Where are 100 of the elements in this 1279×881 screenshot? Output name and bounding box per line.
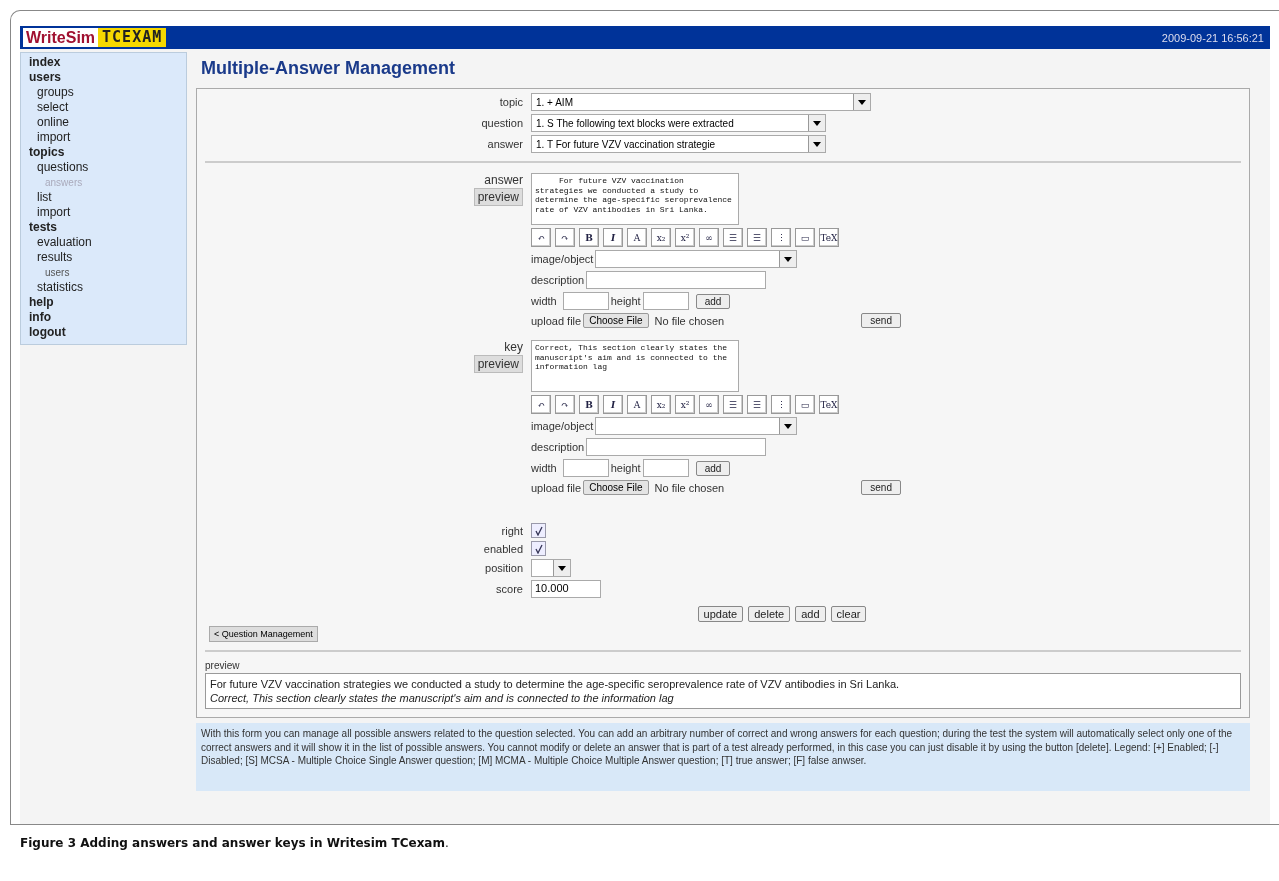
sidebar-item[interactable]: users [29,265,70,280]
sidebar-item[interactable]: select [29,100,69,115]
sidebar-item[interactable]: index [29,55,61,70]
file-status: No file chosen [654,481,725,494]
sidebar-item[interactable]: list [29,190,52,205]
sidebar-item[interactable]: online [29,115,70,130]
preview-label: preview [205,660,241,671]
toolbar-button[interactable]: x² [675,228,695,247]
logo-badge: TCEXAM [98,28,167,47]
timestamp: 2009-09-21 16:56:21 [1161,31,1264,44]
sidebar-item[interactable]: import [29,130,71,145]
toolbar-button[interactable]: ∞ [699,395,719,414]
height-field[interactable] [642,459,689,477]
dropdown-arrow-icon [813,141,821,147]
toolbar-button[interactable]: A [627,228,647,247]
update-button[interactable]: update [697,606,744,622]
add-button[interactable]: add [795,606,826,622]
field-label: width [531,295,557,307]
sidebar-item[interactable]: questions [29,160,89,175]
preview-button[interactable]: preview [473,355,523,373]
dropdown-arrow-icon [784,423,793,429]
field-label: key [504,340,523,354]
field-label: image/object [531,420,594,432]
checkbox[interactable] [531,541,546,556]
toolbar-button[interactable]: B [579,395,599,414]
field-label: description [531,441,585,453]
image-select[interactable] [595,250,798,268]
preview-button[interactable]: preview [473,188,523,206]
toolbar-button[interactable]: ▭ [795,228,815,247]
toolbar-button[interactable]: TeX [819,228,839,247]
answer-select[interactable]: 1. T For future VZV vaccination strategie [531,135,826,153]
text-area[interactable]: For future VZV vaccination strategies we conducted a study to determine the age-specific seroprevalence rate of VZV antibodies in Sri Lanka. [531,173,739,225]
image-select[interactable] [595,417,798,435]
add-button[interactable]: add [695,460,731,476]
toolbar-button[interactable]: TeX [819,395,839,414]
preview-key: Correct, This section clearly states the manuscript's aim and is connected to the information lag [210,691,1236,705]
field-label: upload file [531,481,582,494]
field-label: image/object [531,253,594,265]
file-status: No file chosen [654,314,725,327]
toolbar-button[interactable]: ☰ [723,395,743,414]
toolbar-button[interactable]: ☰ [747,228,767,247]
field-label: description [531,274,585,286]
width-field[interactable] [562,292,609,310]
sidebar-item[interactable]: evaluation [29,235,92,250]
toolbar-button[interactable]: ↶ [531,228,551,247]
sidebar-item[interactable]: help [29,295,54,310]
field-label: score [495,583,523,595]
sidebar-item[interactable]: groups [29,85,74,100]
width-field[interactable] [562,459,609,477]
field-label: position [484,562,523,574]
toolbar-button[interactable]: ⋮ [771,395,791,414]
toolbar-button[interactable]: x₂ [651,395,671,414]
toolbar-button[interactable]: ⋮ [771,228,791,247]
toolbar-button[interactable]: x₂ [651,228,671,247]
toolbar-button[interactable]: ↷ [555,395,575,414]
score-field[interactable]: 10.000 [531,580,601,598]
toolbar-button[interactable]: ▭ [795,395,815,414]
sidebar-item[interactable]: info [29,310,51,325]
send-button[interactable]: send [861,313,901,328]
toolbar-button[interactable]: I [603,395,623,414]
toolbar-button[interactable]: A [627,395,647,414]
field-label: upload file [531,314,582,327]
choose-file-button[interactable]: Choose File [583,480,649,495]
field-label: question [480,117,523,129]
sidebar-item[interactable]: topics [29,145,65,160]
toolbar-button[interactable]: ↷ [555,228,575,247]
toolbar-button[interactable]: B [579,228,599,247]
topic-select[interactable]: 1. + AIM [531,93,871,111]
toolbar-button[interactable]: ∞ [699,228,719,247]
add-button[interactable]: add [695,293,731,309]
description-field[interactable] [586,438,767,456]
toolbar-button[interactable]: ↶ [531,395,551,414]
logo-text: WriteSim [23,28,99,47]
sidebar-item[interactable]: tests [29,220,57,235]
toolbar-button[interactable]: ☰ [723,228,743,247]
sidebar-item[interactable]: results [29,250,73,265]
question-select[interactable]: 1. S The following text blocks were extracted [531,114,826,132]
sidebar-item[interactable]: logout [29,325,66,340]
figure-caption: Figure 3 Adding answers and answer keys in Writesim TCexam. [20,836,450,850]
description-field[interactable] [586,271,767,289]
dropdown-arrow-icon [784,256,793,262]
position-select[interactable] [531,559,571,577]
toolbar-button[interactable]: I [603,228,623,247]
sidebar-item[interactable]: statistics [29,280,83,295]
back-button[interactable]: < Question Management [209,626,318,642]
field-label: height [610,462,641,474]
checkbox[interactable] [531,523,546,538]
choose-file-button[interactable]: Choose File [583,313,649,328]
send-button[interactable]: send [861,480,901,495]
dropdown-arrow-icon [558,565,566,571]
toolbar-button[interactable]: ☰ [747,395,767,414]
delete-button[interactable]: delete [748,606,791,622]
toolbar-button[interactable]: x² [675,395,695,414]
text-area[interactable]: Correct, This section clearly states the manuscript's aim and is connected to the information lag [531,340,739,392]
clear-button[interactable]: clear [830,606,867,622]
height-field[interactable] [642,292,689,310]
sidebar-item[interactable]: import [29,205,71,220]
sidebar-item[interactable]: users [29,70,62,85]
field-label: width [531,462,557,474]
dropdown-arrow-icon [858,99,866,105]
